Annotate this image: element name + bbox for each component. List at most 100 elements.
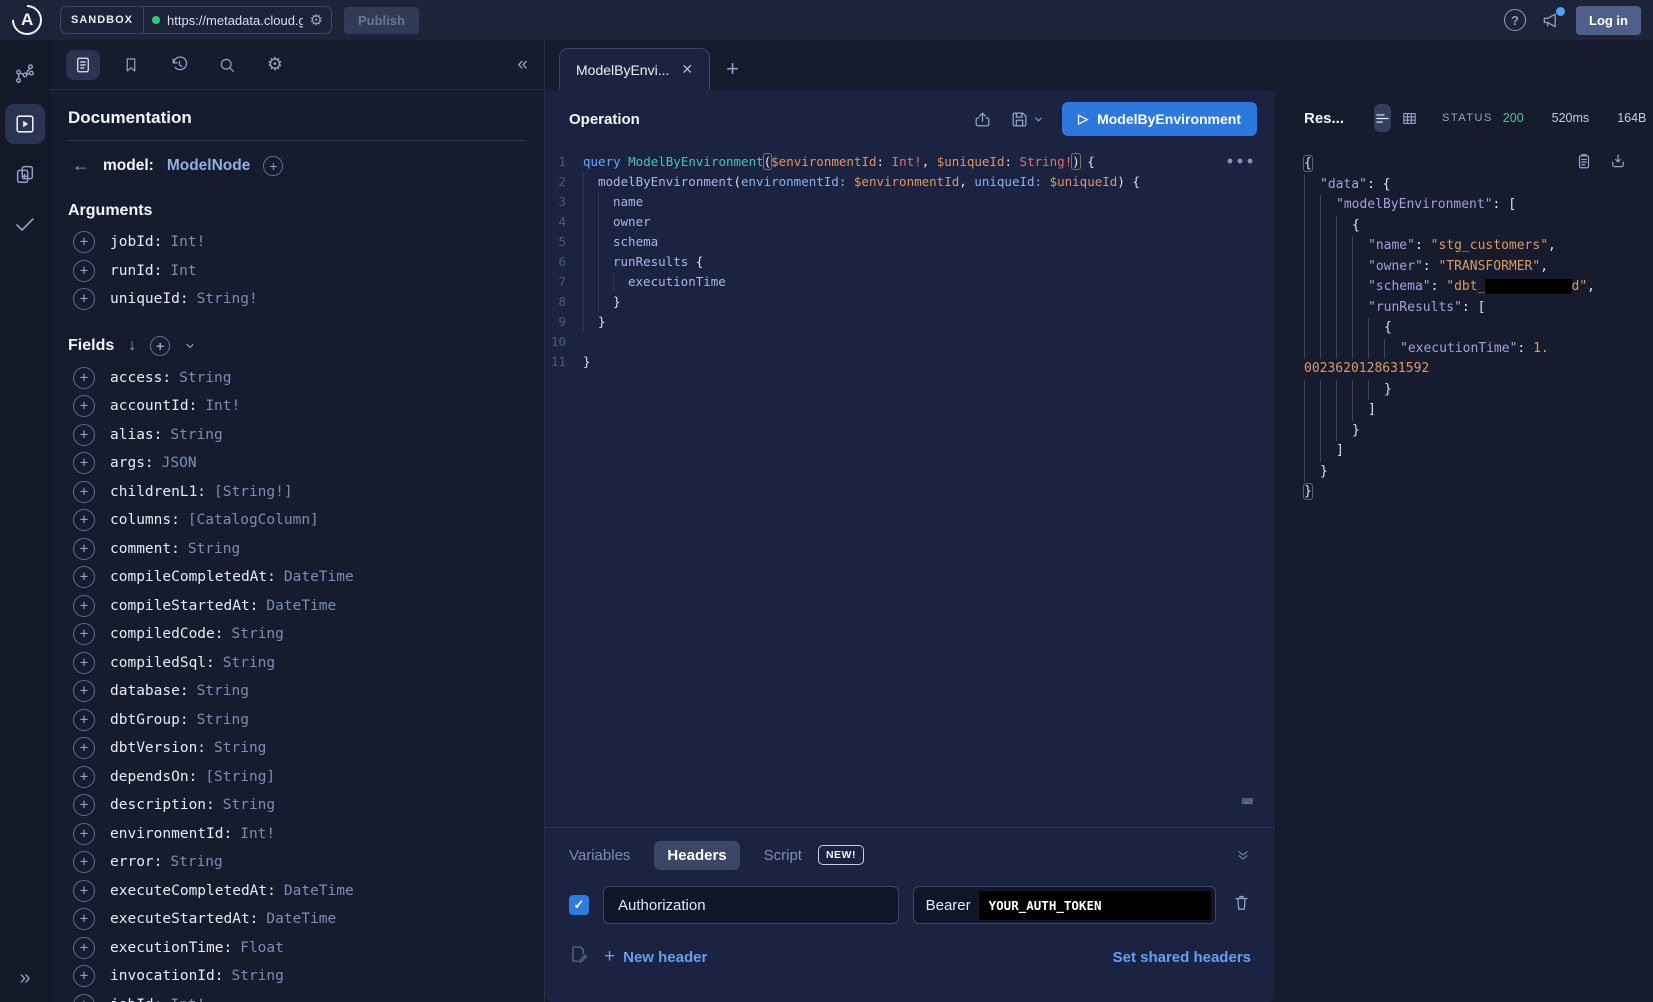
add-to-query-icon[interactable]: + bbox=[73, 395, 95, 417]
add-to-query-icon[interactable]: + bbox=[73, 709, 95, 731]
field-row[interactable]: +error:String bbox=[68, 848, 526, 877]
code-line[interactable]: 4owner bbox=[545, 212, 1275, 232]
add-to-query-icon[interactable]: + bbox=[73, 538, 95, 560]
query-editor[interactable]: 1query ModelByEnvironment($environmentId… bbox=[545, 144, 1275, 827]
field-row[interactable]: +accountId:Int! bbox=[68, 392, 526, 421]
add-to-query-icon[interactable]: + bbox=[73, 260, 95, 282]
set-shared-headers-link[interactable]: Set shared headers bbox=[1113, 949, 1251, 966]
environment-variables-icon[interactable] bbox=[569, 945, 588, 969]
endpoint-settings-gear-icon[interactable]: ⚙ bbox=[310, 11, 323, 29]
publish-button[interactable]: Publish bbox=[344, 7, 419, 34]
field-row[interactable]: +compileStartedAt:DateTime bbox=[68, 592, 526, 621]
new-header-button[interactable]: + New header bbox=[604, 946, 707, 968]
collapse-bottom-panel-icon[interactable] bbox=[1235, 847, 1251, 863]
field-row[interactable]: +dbtGroup:String bbox=[68, 706, 526, 735]
add-to-query-icon[interactable]: + bbox=[73, 823, 95, 845]
schema-settings-gear-icon[interactable]: ⚙ bbox=[258, 50, 292, 80]
back-arrow-icon[interactable]: ← bbox=[72, 155, 90, 176]
add-to-query-icon[interactable]: + bbox=[73, 908, 95, 930]
argument-row[interactable]: +runId:Int bbox=[68, 257, 526, 286]
raw-view-icon[interactable] bbox=[1374, 104, 1391, 132]
fields-chevron-down-icon[interactable] bbox=[184, 340, 196, 352]
field-row[interactable]: +dependsOn:[String] bbox=[68, 763, 526, 792]
response-json-view[interactable]: {"data": {"modelByEnvironment": [{"name"… bbox=[1275, 136, 1653, 1002]
bookmarks-icon[interactable] bbox=[114, 50, 148, 80]
field-row[interactable]: +alias:String bbox=[68, 421, 526, 450]
save-dropdown-chevron-icon[interactable] bbox=[1033, 114, 1044, 125]
run-operation-button[interactable]: ▷ ModelByEnvironment bbox=[1062, 102, 1257, 136]
login-button[interactable]: Log in bbox=[1576, 6, 1641, 35]
announcements-megaphone-icon[interactable] bbox=[1538, 8, 1564, 32]
code-line[interactable]: 9} bbox=[545, 312, 1275, 332]
add-to-query-icon[interactable]: + bbox=[73, 737, 95, 759]
field-row[interactable]: +executionTime:Float bbox=[68, 934, 526, 963]
add-to-query-icon[interactable]: + bbox=[73, 623, 95, 645]
field-row[interactable]: +description:String bbox=[68, 791, 526, 820]
new-tab-button[interactable]: + bbox=[726, 56, 739, 90]
field-row[interactable]: +executeStartedAt:DateTime bbox=[68, 905, 526, 934]
search-icon[interactable] bbox=[210, 50, 244, 80]
header-key-input[interactable] bbox=[603, 886, 899, 924]
history-icon[interactable] bbox=[162, 50, 196, 80]
table-view-icon[interactable] bbox=[1401, 104, 1418, 132]
close-tab-icon[interactable]: ✕ bbox=[681, 61, 693, 78]
copy-response-icon[interactable] bbox=[1575, 152, 1593, 174]
argument-row[interactable]: +uniqueId:String! bbox=[68, 285, 526, 314]
code-line[interactable]: 1query ModelByEnvironment($environmentId… bbox=[545, 152, 1275, 172]
field-row[interactable]: +compiledCode:String bbox=[68, 620, 526, 649]
editor-more-menu-icon[interactable] bbox=[1227, 158, 1253, 164]
model-type-link[interactable]: ModelNode bbox=[167, 157, 251, 175]
add-to-query-icon[interactable]: + bbox=[73, 452, 95, 474]
field-row[interactable]: +jobId:Int! bbox=[68, 991, 526, 1002]
code-line[interactable]: 8} bbox=[545, 292, 1275, 312]
tab-variables[interactable]: Variables bbox=[569, 847, 630, 864]
add-to-query-icon[interactable]: + bbox=[73, 481, 95, 503]
add-to-query-icon[interactable]: + bbox=[73, 766, 95, 788]
add-fields-icon[interactable]: + bbox=[150, 336, 170, 356]
add-to-query-icon[interactable]: + bbox=[73, 937, 95, 959]
add-to-query-icon[interactable]: + bbox=[73, 680, 95, 702]
save-operation-icon[interactable] bbox=[1010, 110, 1044, 129]
share-operation-icon[interactable] bbox=[973, 110, 992, 129]
code-line[interactable]: 2modelByEnvironment(environmentId: $envi… bbox=[545, 172, 1275, 192]
code-line[interactable]: 6runResults { bbox=[545, 252, 1275, 272]
delete-header-icon[interactable] bbox=[1232, 893, 1251, 917]
collections-icon[interactable] bbox=[5, 154, 45, 194]
operation-tab[interactable]: ModelByEnvi... ✕ bbox=[559, 48, 710, 90]
add-to-query-icon[interactable]: + bbox=[73, 652, 95, 674]
field-row[interactable]: +compiledSql:String bbox=[68, 649, 526, 678]
documentation-tab-icon[interactable] bbox=[66, 50, 100, 80]
add-to-query-icon[interactable]: + bbox=[73, 566, 95, 588]
field-row[interactable]: +columns:[CatalogColumn] bbox=[68, 506, 526, 535]
field-row[interactable]: +args:JSON bbox=[68, 449, 526, 478]
add-to-query-icon[interactable]: + bbox=[73, 880, 95, 902]
checklist-icon[interactable] bbox=[5, 204, 45, 244]
argument-row[interactable]: +jobId:Int! bbox=[68, 228, 526, 257]
code-line[interactable]: 11} bbox=[545, 352, 1275, 372]
field-row[interactable]: +childrenL1:[String!] bbox=[68, 478, 526, 507]
collapse-panel-icon[interactable]: « bbox=[517, 54, 528, 76]
code-line[interactable]: 5schema bbox=[545, 232, 1275, 252]
field-row[interactable]: +dbtVersion:String bbox=[68, 734, 526, 763]
download-response-icon[interactable] bbox=[1609, 152, 1627, 174]
add-to-query-icon[interactable]: + bbox=[73, 794, 95, 816]
header-enabled-checkbox[interactable]: ✓ bbox=[569, 895, 589, 915]
add-to-query-icon[interactable]: + bbox=[73, 367, 95, 389]
add-to-query-icon[interactable]: + bbox=[73, 851, 95, 873]
field-row[interactable]: +compileCompletedAt:DateTime bbox=[68, 563, 526, 592]
keyboard-shortcuts-icon[interactable]: ⌨ bbox=[1242, 791, 1253, 813]
add-all-fields-icon[interactable]: + bbox=[263, 156, 283, 176]
field-row[interactable]: +environmentId:Int! bbox=[68, 820, 526, 849]
field-row[interactable]: +database:String bbox=[68, 677, 526, 706]
code-line[interactable]: 3name bbox=[545, 192, 1275, 212]
code-line[interactable]: 7executionTime bbox=[545, 272, 1275, 292]
field-row[interactable]: +comment:String bbox=[68, 535, 526, 564]
add-to-query-icon[interactable]: + bbox=[73, 424, 95, 446]
code-line[interactable]: 10 bbox=[545, 332, 1275, 352]
add-to-query-icon[interactable]: + bbox=[73, 595, 95, 617]
field-row[interactable]: +invocationId:String bbox=[68, 962, 526, 991]
tab-headers[interactable]: Headers bbox=[654, 841, 739, 870]
schema-graph-icon[interactable] bbox=[5, 54, 45, 94]
add-to-query-icon[interactable]: + bbox=[73, 965, 95, 987]
endpoint-url-input[interactable]: https://metadata.cloud.get bbox=[167, 13, 303, 28]
